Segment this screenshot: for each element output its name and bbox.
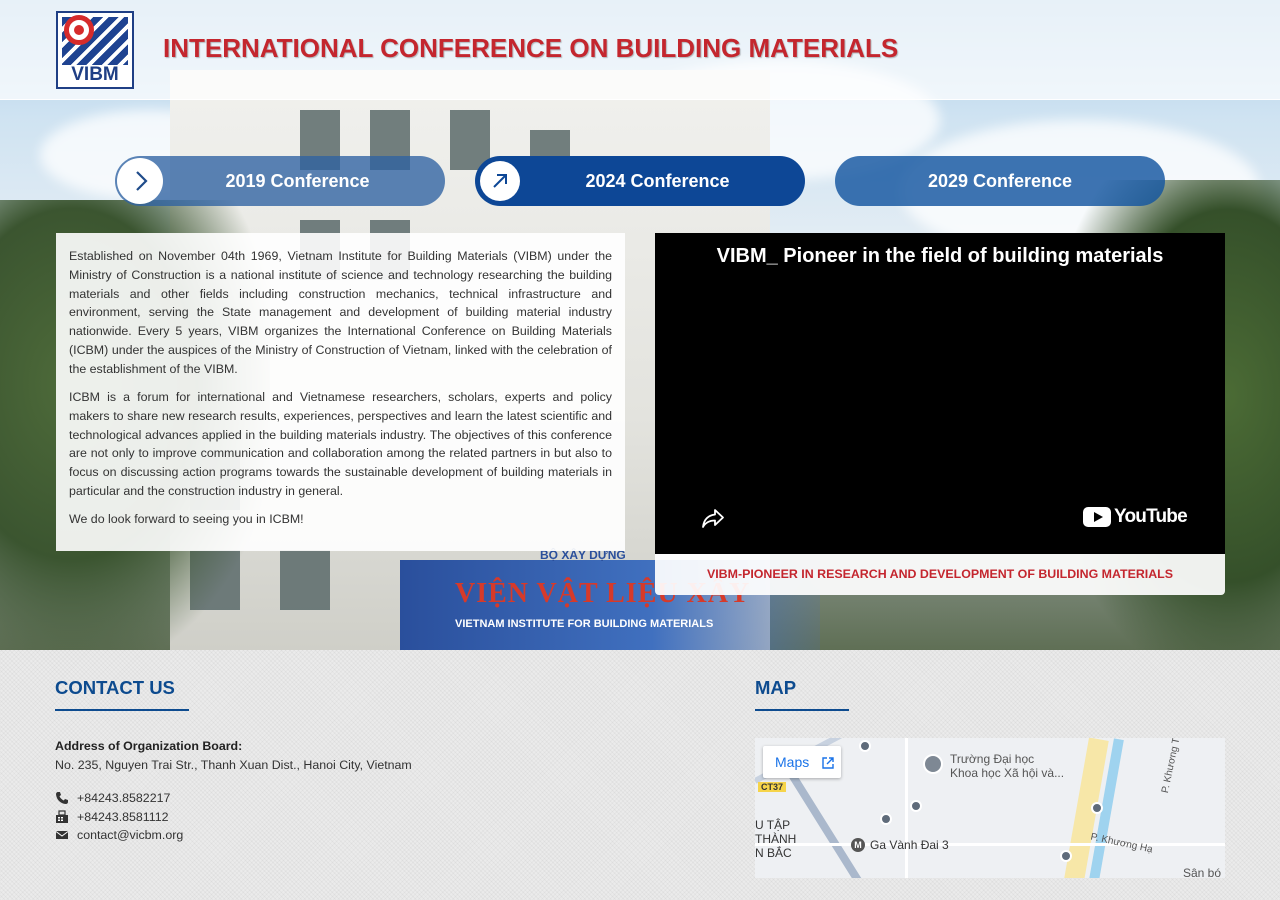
vibm-logo[interactable]: VIBM	[56, 11, 134, 89]
chevron-right-icon	[117, 158, 163, 204]
bus-stop-icon	[880, 813, 892, 825]
map-area-label-2: THÀNH	[755, 832, 797, 846]
fax-icon	[56, 810, 68, 823]
video-caption: VIBM-PIONEER IN RESEARCH AND DEVELOPMENT…	[655, 554, 1225, 595]
intro-paragraph: We do look forward to seeing you in ICBM…	[69, 512, 304, 527]
share-icon[interactable]	[700, 505, 726, 531]
conference-2029-label: 2029 Conference	[927, 171, 1073, 191]
fax-value: +84243.8581112	[77, 810, 169, 824]
contact-heading-rule	[55, 709, 189, 711]
map-university-label-2: Khoa học Xã hội và...	[950, 766, 1065, 780]
youtube-video-player[interactable]: VIBM_ Pioneer in the field of building m…	[655, 233, 1225, 554]
youtube-logo[interactable]: YouTube	[1083, 506, 1188, 528]
map-area-label-3: N BẮC	[755, 846, 792, 860]
phone-value: +84243.8582217	[77, 791, 171, 805]
phone-icon	[56, 792, 68, 804]
site-footer: CONTACT US Address of Organization Board…	[0, 650, 1280, 900]
conference-2029-button[interactable]: 2029 Conference	[835, 156, 1165, 206]
embedded-map[interactable]: Maps CT37 Trường Đại học Khoa học Xã hội…	[755, 738, 1225, 878]
video-title[interactable]: VIBM_ Pioneer in the field of building m…	[655, 245, 1225, 268]
site-title: INTERNATIONAL CONFERENCE ON BUILDING MAT…	[163, 33, 899, 63]
map-heading: MAP	[755, 677, 797, 698]
map-university-label: Trường Đại học	[950, 752, 1035, 766]
school-pin-icon	[923, 754, 943, 774]
route-label: CT37	[758, 782, 787, 792]
external-link-icon	[822, 757, 834, 769]
email-link[interactable]: contact@vicbm.org	[77, 828, 183, 842]
address-label: Address of Organization Board:	[55, 739, 243, 753]
intro-text-box: Established on November 04th 1969, Vietn…	[56, 233, 625, 551]
map-heading-rule	[755, 709, 849, 711]
phone-row: +84243.8582217	[55, 791, 170, 805]
conference-2019-label: 2019 Conference	[225, 171, 370, 191]
fax-row: +84243.8581112	[55, 810, 169, 824]
map-area-label: U TẬP	[755, 818, 791, 832]
site-header: VIBM INTERNATIONAL CONFERENCE ON BUILDIN…	[0, 0, 1280, 100]
bus-stop-icon	[910, 800, 922, 812]
email-row[interactable]: contact@vicbm.org	[55, 828, 183, 842]
map-station-label: Ga Vành Đai 3	[870, 838, 949, 852]
conference-2024-label: 2024 Conference	[585, 171, 730, 191]
conference-2019-button[interactable]: 2019 Conference	[115, 156, 445, 206]
address-value: No. 235, Nguyen Trai Str., Thanh Xuan Di…	[55, 758, 412, 772]
conference-2024-button[interactable]: 2024 Conference	[475, 156, 805, 206]
contact-heading: CONTACT US	[55, 677, 175, 698]
intro-paragraph: ICBM is a forum for international and Vi…	[69, 390, 612, 499]
arrow-up-right-icon	[480, 161, 520, 201]
map-street-label-2: P. Khương T	[1159, 738, 1183, 795]
envelope-icon	[55, 831, 69, 839]
open-in-maps-button[interactable]: Maps	[763, 746, 841, 778]
bus-stop-icon	[859, 740, 871, 752]
metro-station-icon: M	[851, 838, 865, 852]
bus-stop-icon	[1091, 802, 1103, 814]
building-sign-subtext: VIETNAM INSTITUTE FOR BUILDING MATERIALS	[455, 618, 714, 630]
youtube-play-icon	[1083, 507, 1111, 527]
map-corner-label: Sân bó	[1183, 866, 1222, 878]
intro-paragraph: Established on November 04th 1969, Vietn…	[69, 249, 612, 376]
bus-stop-icon	[1060, 850, 1072, 862]
